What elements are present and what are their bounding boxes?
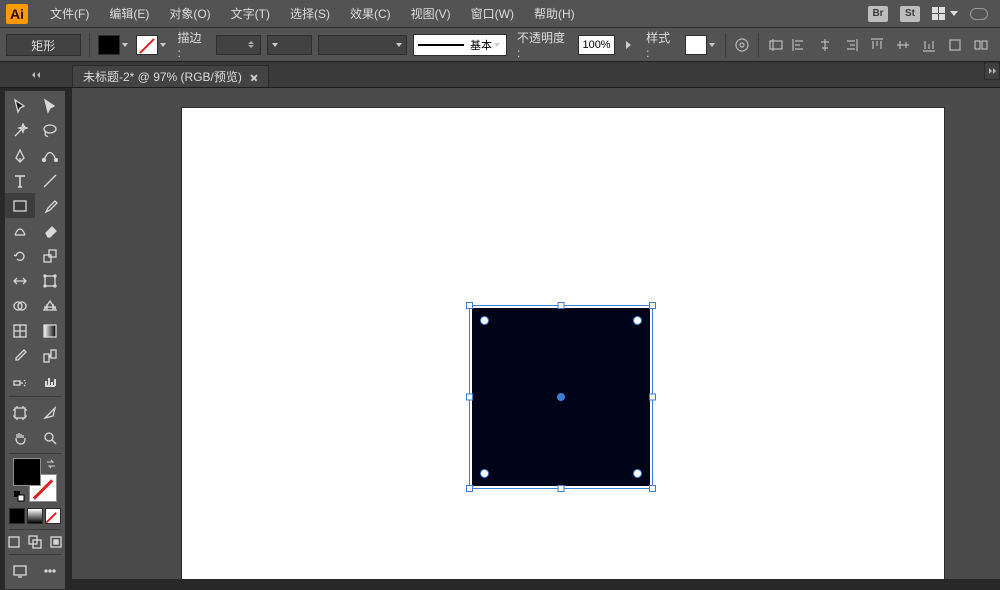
tool-artboard[interactable] — [5, 400, 35, 425]
resize-handle[interactable] — [466, 394, 473, 401]
align-left-icon[interactable] — [790, 36, 808, 54]
stock-icon[interactable]: St — [900, 6, 920, 22]
tool-blend[interactable] — [35, 343, 65, 368]
panel-collapse-left[interactable] — [0, 62, 72, 88]
stroke-style-combo[interactable]: 基本 — [413, 34, 507, 56]
tool-shaper[interactable] — [5, 218, 35, 243]
graphic-style-swatch[interactable] — [685, 35, 717, 55]
transform-icon[interactable] — [946, 36, 964, 54]
opacity-dropdown[interactable] — [621, 35, 636, 55]
align-v-center-icon[interactable] — [894, 36, 912, 54]
tool-symbol-sprayer[interactable] — [5, 368, 35, 393]
stroke-style-label: 基本 — [470, 37, 492, 53]
sync-icon[interactable] — [970, 8, 988, 20]
draw-color-icon[interactable] — [9, 508, 25, 524]
menu-view[interactable]: 视图(V) — [401, 0, 461, 28]
fill-color-swatch[interactable] — [98, 35, 130, 55]
isolate-icon[interactable] — [972, 36, 990, 54]
resize-handle[interactable] — [466, 302, 473, 309]
tool-column-graph[interactable] — [35, 368, 65, 393]
document-tabstrip: 未标题-2* @ 97% (RGB/预览) — [72, 62, 1000, 88]
selection-bounding-box — [469, 305, 653, 489]
draw-gradient-icon[interactable] — [27, 508, 43, 524]
stroke-label: 描边 : — [178, 29, 207, 60]
tool-hand[interactable] — [5, 425, 35, 450]
menu-edit[interactable]: 编辑(E) — [99, 0, 159, 28]
tool-line[interactable] — [35, 168, 65, 193]
screen-mode-icon[interactable] — [5, 558, 35, 583]
resize-handle[interactable] — [558, 302, 565, 309]
edit-toolbar-icon[interactable] — [35, 558, 65, 583]
resize-handle[interactable] — [466, 485, 473, 492]
tool-shape-builder[interactable] — [5, 293, 35, 318]
center-point[interactable] — [557, 393, 565, 401]
recolor-art-icon[interactable] — [734, 36, 751, 54]
draw-behind-icon[interactable] — [26, 533, 43, 551]
tool-free-transform[interactable] — [35, 268, 65, 293]
swap-colors-icon[interactable] — [45, 458, 57, 470]
resize-handle[interactable] — [558, 485, 565, 492]
variable-width-profile[interactable] — [267, 35, 312, 55]
align-right-icon[interactable] — [842, 36, 860, 54]
tool-pen[interactable] — [5, 143, 35, 168]
style-label: 样式 : — [646, 29, 675, 60]
align-h-center-icon[interactable] — [816, 36, 834, 54]
document-tab-title: 未标题-2* @ 97% (RGB/预览) — [83, 68, 242, 85]
control-bar: 矩形 描边 : 基本 不透明度 : 100% 样式 : — [0, 28, 1000, 62]
tool-scale[interactable] — [35, 243, 65, 268]
tool-mesh[interactable] — [5, 318, 35, 343]
tool-perspective-grid[interactable] — [35, 293, 65, 318]
menu-help[interactable]: 帮助(H) — [524, 0, 585, 28]
opacity-label: 不透明度 : — [517, 29, 568, 60]
brush-definition[interactable] — [318, 35, 407, 55]
tool-brush[interactable] — [35, 193, 65, 218]
panel-collapse-right[interactable] — [984, 62, 1000, 80]
tool-eraser[interactable] — [35, 218, 65, 243]
menu-bar: Ai 文件(F) 编辑(E) 对象(O) 文字(T) 选择(S) 效果(C) 视… — [0, 0, 1000, 28]
resize-handle[interactable] — [649, 485, 656, 492]
tool-type[interactable] — [5, 168, 35, 193]
tool-direct-selection[interactable] — [35, 93, 65, 118]
arrange-docs-icon[interactable] — [932, 7, 958, 21]
document-tab[interactable]: 未标题-2* @ 97% (RGB/预览) — [72, 65, 269, 87]
tool-slice[interactable] — [35, 400, 65, 425]
bridge-icon[interactable]: Br — [868, 6, 888, 22]
default-colors-icon[interactable] — [13, 490, 25, 502]
draw-normal-icon[interactable] — [5, 533, 22, 551]
align-to-icon[interactable] — [767, 36, 784, 54]
tool-lasso[interactable] — [35, 118, 65, 143]
resize-handle[interactable] — [649, 302, 656, 309]
tool-selection[interactable] — [5, 93, 35, 118]
tool-width[interactable] — [5, 268, 35, 293]
menu-effect[interactable]: 效果(C) — [340, 0, 401, 28]
draw-inside-icon[interactable] — [48, 533, 65, 551]
tool-magic-wand[interactable] — [5, 118, 35, 143]
tool-zoom[interactable] — [35, 425, 65, 450]
color-mode-row — [5, 506, 65, 526]
menu-window[interactable]: 窗口(W) — [461, 0, 524, 28]
align-bottom-icon[interactable] — [920, 36, 938, 54]
fill-color-indicator[interactable] — [13, 458, 41, 486]
menu-type[interactable]: 文字(T) — [221, 0, 280, 28]
opacity-field[interactable]: 100% — [578, 35, 615, 55]
tool-rotate[interactable] — [5, 243, 35, 268]
tool-rectangle[interactable] — [5, 193, 35, 218]
stroke-weight-stepper[interactable] — [216, 35, 261, 55]
close-tab-icon[interactable] — [250, 73, 258, 81]
selected-tool-name: 矩形 — [6, 34, 81, 56]
tool-curvature[interactable] — [35, 143, 65, 168]
stroke-color-swatch[interactable] — [136, 35, 168, 55]
tool-eyedropper[interactable] — [5, 343, 35, 368]
fill-stroke-color-block[interactable] — [13, 458, 57, 502]
tool-gradient[interactable] — [35, 318, 65, 343]
menu-object[interactable]: 对象(O) — [159, 0, 220, 28]
app-logo: Ai — [6, 4, 28, 24]
canvas-area[interactable] — [72, 88, 1000, 579]
menu-file[interactable]: 文件(F) — [40, 0, 99, 28]
menu-select[interactable]: 选择(S) — [280, 0, 340, 28]
resize-handle[interactable] — [649, 394, 656, 401]
draw-none-icon[interactable] — [45, 508, 61, 524]
align-top-icon[interactable] — [868, 36, 886, 54]
tool-panel — [4, 90, 66, 590]
